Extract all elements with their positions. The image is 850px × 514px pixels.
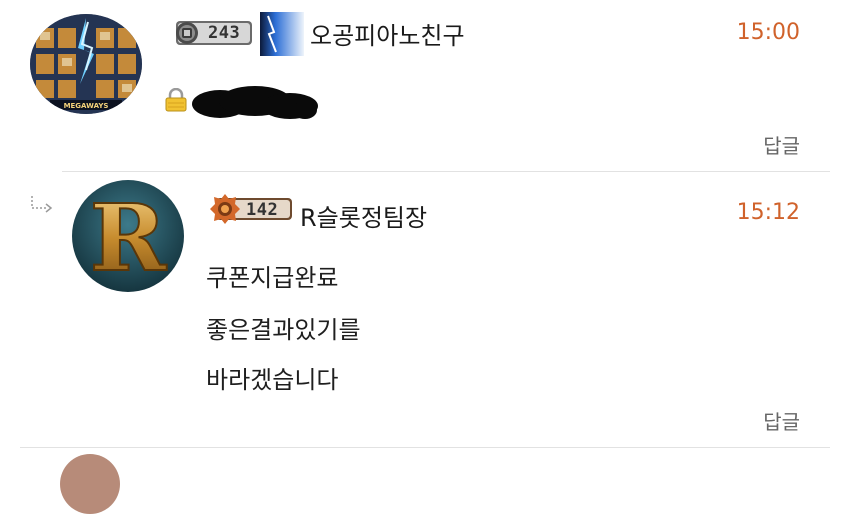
comment-item-reply: R 142 R슬롯정팀장 15:12 쿠폰지급완료 좋은결과있기를 바라겠습니다… (0, 172, 850, 448)
author-nickname[interactable]: R슬롯정팀장 (300, 198, 427, 233)
comment-body-line: 쿠폰지급완료 (206, 264, 339, 292)
avatar[interactable]: R (72, 180, 184, 292)
level-number: 243 (208, 23, 241, 43)
comment-body-line: 바라겠습니다 (206, 366, 339, 394)
avatar[interactable]: MEGAWAYS (30, 14, 142, 114)
comment-time: 15:12 (736, 200, 800, 225)
reply-button[interactable]: 답글 (763, 130, 800, 159)
comment-time: 15:00 (736, 20, 800, 45)
lock-icon (164, 87, 188, 112)
svg-text:MEGAWAYS: MEGAWAYS (64, 102, 109, 110)
slot-game-thumbnail-icon: MEGAWAYS (30, 14, 142, 114)
reply-arrow-icon (28, 194, 56, 214)
comment-item: MEGAWAYS 243 오공피아노친구 15:00 답글 (0, 0, 850, 172)
redacted-secret-text (190, 84, 320, 124)
comment-divider (20, 447, 830, 448)
reply-button[interactable]: 답글 (763, 406, 800, 435)
comment-body-line: 좋은결과있기를 (206, 316, 361, 344)
letter-r-logo-icon: R (72, 180, 184, 292)
svg-text:R: R (90, 184, 167, 292)
lightning-grade-icon (260, 12, 304, 56)
author-nickname[interactable]: 오공피아노친구 (310, 16, 465, 51)
level-badge: 243 (172, 18, 254, 48)
level-badge: 142 (210, 194, 294, 224)
level-number: 142 (246, 200, 279, 220)
avatar[interactable] (60, 454, 120, 514)
